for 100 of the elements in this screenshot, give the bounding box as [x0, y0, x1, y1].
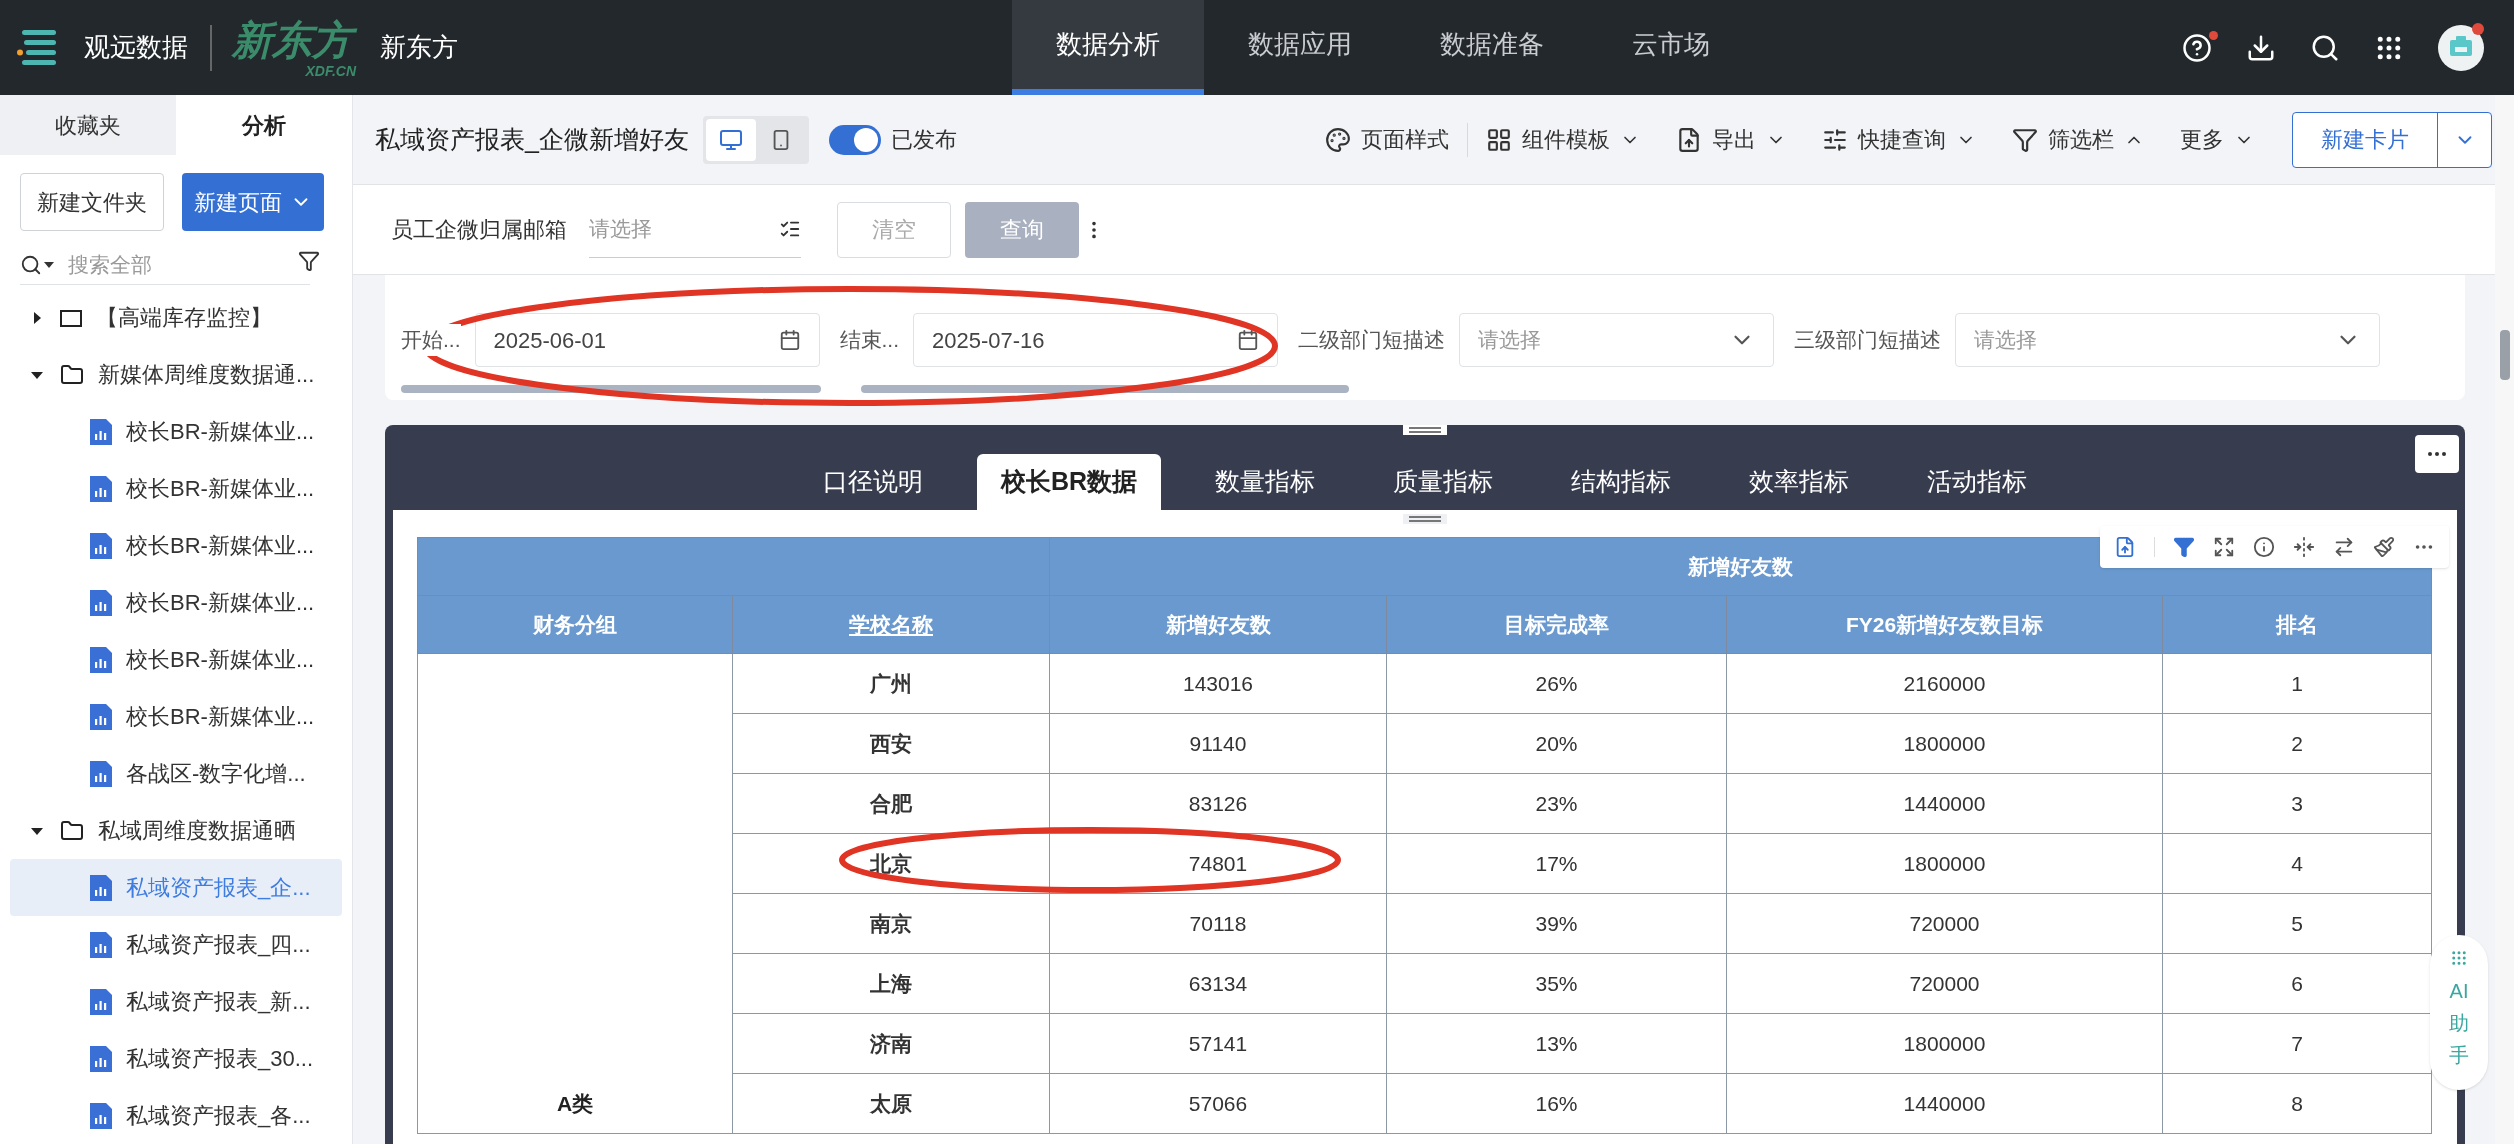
toolbar-button[interactable]: 更多	[2162, 123, 2272, 156]
calendar-icon	[778, 329, 801, 351]
tree-item[interactable]: 私域资产报表_四...	[10, 916, 342, 973]
page-title: 私域资产报表_企微新增好友	[375, 123, 689, 155]
tree-item[interactable]: 校长BR-新媒体业...	[10, 517, 342, 574]
more-icon	[2428, 452, 2446, 456]
tree-item[interactable]: 校长BR-新媒体业...	[10, 574, 342, 631]
tree-item[interactable]: 私域资产报表_各...	[10, 1087, 342, 1144]
scrollbar-thumb[interactable]	[2499, 330, 2510, 380]
filter-icon[interactable]	[298, 250, 320, 272]
card-more-button[interactable]	[2415, 435, 2459, 473]
chart-file-icon	[90, 988, 112, 1015]
monitor-icon	[718, 127, 743, 152]
scrollbar-thumb[interactable]	[861, 385, 1349, 393]
column-header: FY26新增好友数目标	[1726, 595, 2163, 654]
tree-item[interactable]: 校长BR-新媒体业...	[10, 403, 342, 460]
table-cell: 2160000	[1726, 653, 2163, 714]
toolbar-button[interactable]: 组件模板	[1468, 123, 1658, 156]
publish-switch[interactable]	[828, 124, 881, 155]
table-cell: 143016	[1049, 653, 1387, 714]
palette-icon	[1325, 126, 1351, 153]
chart-file-icon	[90, 589, 112, 616]
drag-handle[interactable]	[1403, 514, 1447, 524]
tree-item[interactable]: 校长BR-新媒体业...	[10, 688, 342, 745]
toolbar-button[interactable]: 页面样式	[1307, 123, 1467, 156]
folder-icon	[60, 818, 84, 843]
caret-down-icon	[44, 260, 54, 269]
card-tab[interactable]: 数量指标	[1191, 454, 1340, 510]
search-field[interactable]: 搜索全部	[68, 248, 248, 281]
tree-item[interactable]: 【高端库存监控】	[10, 289, 342, 346]
nav-tab[interactable]: 数据分析	[1012, 0, 1204, 95]
avatar-icon[interactable]	[2438, 24, 2484, 71]
table-cell: 13%	[1386, 1013, 1727, 1074]
table-cell: 720000	[1726, 953, 2163, 1014]
nav-tab[interactable]: 数据准备	[1396, 0, 1588, 95]
fold-icon[interactable]	[2293, 536, 2315, 558]
tree-item[interactable]: 新媒体周维度数据通...	[10, 346, 342, 403]
toolbar-button[interactable]: 快捷查询	[1804, 123, 1994, 156]
table-cell: 南京	[732, 893, 1050, 954]
chart-file-icon	[90, 703, 112, 730]
view-mode-option[interactable]	[705, 118, 756, 161]
tree-item[interactable]: 私域周维度数据通晒	[10, 802, 342, 859]
sidebar-tab[interactable]: 收藏夹	[0, 95, 176, 155]
table-cell: 57141	[1049, 1013, 1387, 1074]
chart-file-icon	[90, 874, 112, 901]
dots-icon	[2450, 949, 2468, 967]
tree-item[interactable]: 私域资产报表_30...	[10, 1030, 342, 1087]
filter-label: 员工企微归属邮箱	[391, 216, 567, 244]
tree-item[interactable]: 校长BR-新媒体业...	[10, 460, 342, 517]
folder-icon	[60, 307, 82, 328]
table-cell: 1800000	[1726, 1013, 2163, 1074]
date-field[interactable]: 2025-07-16	[913, 313, 1279, 367]
tree-item[interactable]: 各战区-数字化增...	[10, 745, 342, 802]
folder-icon	[60, 362, 84, 387]
toolbar-button[interactable]: 导出	[1658, 123, 1804, 156]
table-cell: 1440000	[1726, 1073, 2163, 1134]
brand-logo: 新东方	[232, 16, 360, 63]
chart-file-icon	[90, 760, 112, 787]
table-cell: 16%	[1386, 1073, 1727, 1134]
column-header: 财务分组	[417, 595, 733, 654]
nav-tab[interactable]: 数据应用	[1204, 0, 1396, 95]
column-header: 排名	[2162, 595, 2432, 654]
scrollbar-thumb[interactable]	[401, 385, 821, 393]
new-folder-button[interactable]: 新建文件夹	[20, 173, 164, 231]
card-tab[interactable]: 活动指标	[1903, 454, 2052, 510]
fullscreen-icon[interactable]	[2213, 536, 2235, 558]
toolbar-button[interactable]: 筛选栏	[1994, 123, 2162, 156]
new-page-button[interactable]: 新建页面	[182, 173, 324, 231]
card-tab[interactable]: 结构指标	[1547, 454, 1696, 510]
table-cell: 63134	[1049, 953, 1387, 1014]
tree-item[interactable]: 私域资产报表_新...	[10, 973, 342, 1030]
chart-file-icon	[90, 475, 112, 502]
card-tab[interactable]: 口径说明	[798, 454, 947, 510]
sliders-icon	[1822, 126, 1848, 153]
card-tab[interactable]: 质量指标	[1369, 454, 1518, 510]
date-field[interactable]: 2025-06-01	[474, 313, 820, 367]
table-cell: 720000	[1726, 893, 2163, 954]
table-cell: 23%	[1386, 773, 1727, 834]
info-icon[interactable]	[2253, 536, 2275, 558]
calendar-icon	[1237, 329, 1260, 351]
table-cell: 1440000	[1726, 773, 2163, 834]
brush-icon[interactable]	[2373, 536, 2395, 558]
table-cell: 西安	[732, 713, 1050, 774]
table-cell: 1800000	[1726, 713, 2163, 774]
drag-handle[interactable]	[1403, 425, 1447, 435]
table-cell: 26%	[1386, 653, 1727, 714]
swap-icon[interactable]	[2333, 536, 2355, 558]
table-cell: 5	[2162, 893, 2432, 954]
card-tab[interactable]: 校长BR数据	[976, 454, 1162, 510]
table-cell: 广州	[732, 653, 1050, 714]
file-arrow-icon[interactable]	[2114, 536, 2136, 558]
tree-item[interactable]: 校长BR-新媒体业...	[10, 631, 342, 688]
help-icon[interactable]	[2182, 32, 2212, 63]
table-cell: 4	[2162, 833, 2432, 894]
table-cell: 83126	[1049, 773, 1387, 834]
table-cell: 35%	[1386, 953, 1727, 1014]
group-cell: A类	[417, 1073, 733, 1134]
table-cell: 2	[2162, 713, 2432, 774]
card-tab[interactable]: 效率指标	[1725, 454, 1874, 510]
nav-tab[interactable]: 云市场	[1588, 0, 1754, 95]
